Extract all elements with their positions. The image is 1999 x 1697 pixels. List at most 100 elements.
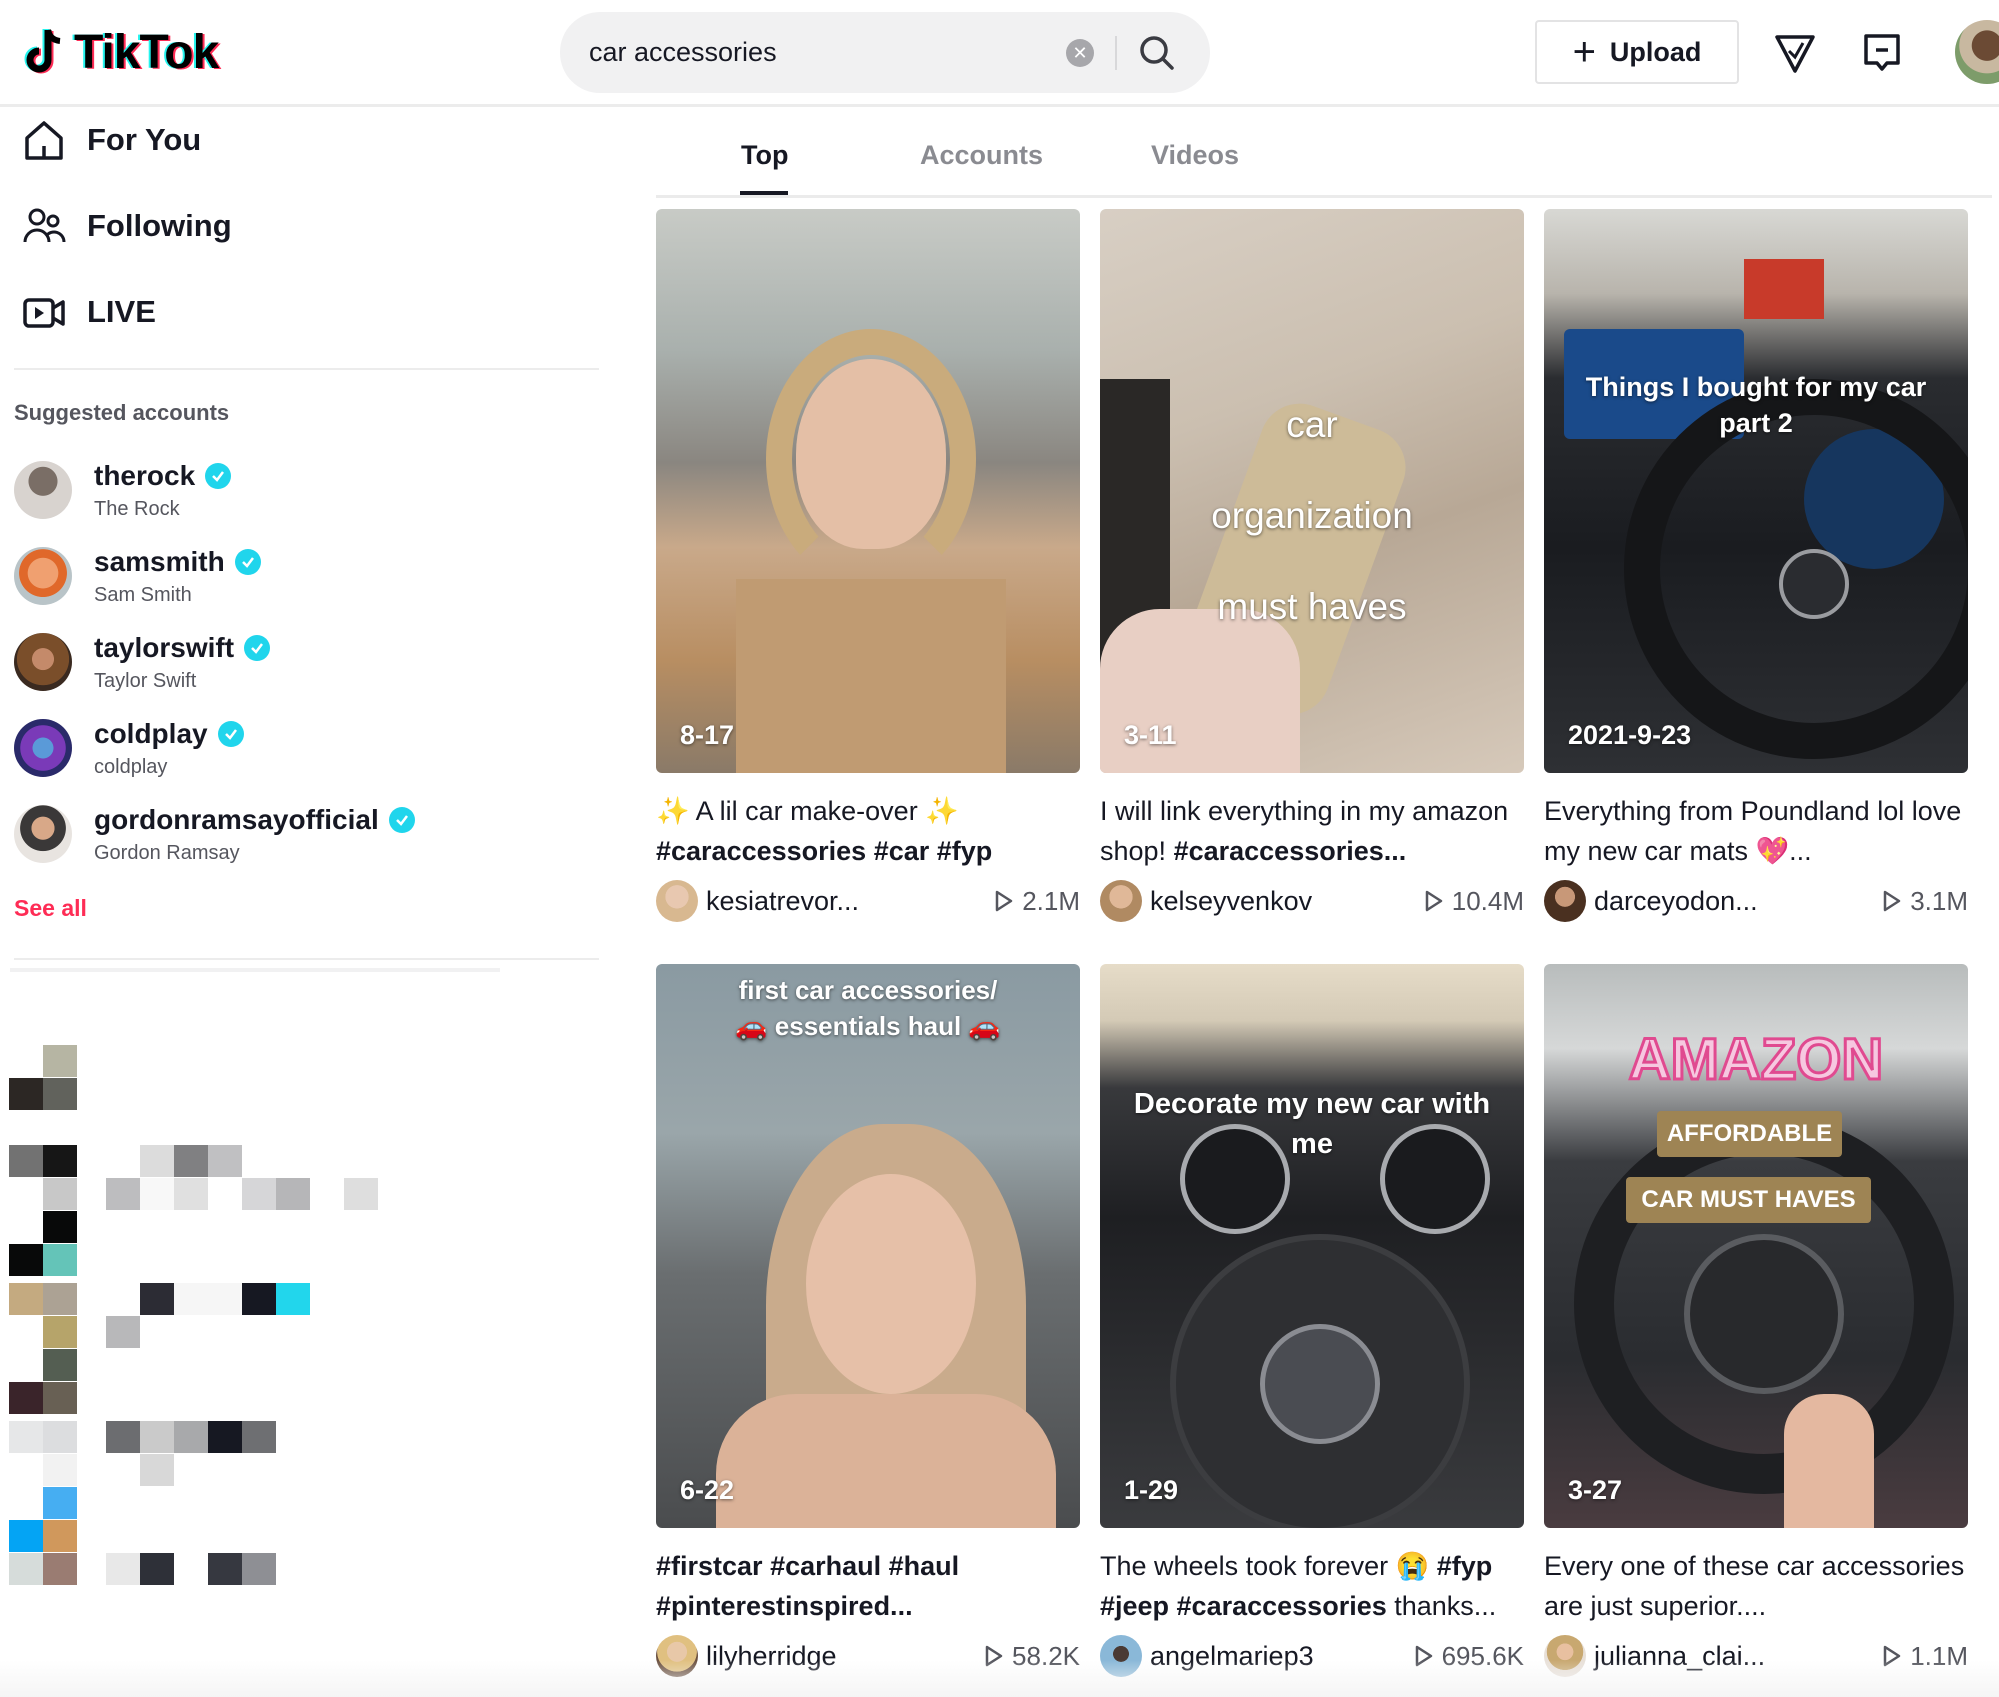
upload-label: Upload [1609, 36, 1702, 67]
tab-accounts[interactable]: Accounts [920, 140, 1043, 171]
nav-following[interactable]: Following [20, 196, 232, 256]
video-overlay-label: CAR MUST HAVES [1626, 1177, 1871, 1223]
account-name: Taylor Swift [94, 669, 197, 692]
send-icon [1775, 35, 1815, 73]
video-date: 1-29 [1124, 1475, 1179, 1505]
video-date: 8-17 [680, 720, 735, 750]
tab-videos[interactable]: Videos [1151, 140, 1239, 171]
sidebar-divider [14, 368, 599, 370]
nav-label: LIVE [87, 294, 156, 329]
avatar [14, 547, 72, 605]
clear-search-button[interactable]: ✕ [1066, 39, 1094, 67]
nav-for-you[interactable]: For You [20, 110, 201, 170]
avatar [14, 633, 72, 691]
account-name: The Rock [94, 497, 180, 520]
bottom-fade [0, 1660, 1999, 1697]
sidebar: For You Following LIVE Suggested account… [0, 110, 600, 1697]
nav-live[interactable]: LIVE [20, 282, 156, 342]
video-overlay-text: car organization must haves [1211, 404, 1413, 627]
video-overlay-text: Decorate my new car with me [1133, 1088, 1491, 1160]
search-icon [1140, 36, 1174, 70]
upload-button[interactable]: + Upload [1535, 20, 1739, 84]
video-overlay-text: Things I bought for my car part 2 [1585, 372, 1927, 438]
video-date: 3-27 [1568, 1475, 1623, 1505]
video-overlay-label: AFFORDABLE [1657, 1111, 1842, 1157]
tiktok-logo[interactable]: TikTok [22, 22, 219, 82]
account-name: Sam Smith [94, 583, 192, 606]
sidebar-divider [10, 968, 500, 972]
inbox-button[interactable] [1857, 28, 1907, 78]
tiktok-note-icon [24, 29, 61, 74]
suggested-account[interactable]: samsmith Sam Smith [14, 541, 574, 611]
account-username: coldplay [94, 717, 208, 749]
video-overlay-text: AMAZON [1627, 1026, 1885, 1094]
people-icon [20, 202, 68, 250]
view-count: 3.1M [1882, 886, 1968, 917]
creator-username[interactable]: darceyodon... [1594, 886, 1882, 917]
verified-badge-icon [205, 462, 232, 489]
suggested-account[interactable]: therock The Rock [14, 455, 574, 525]
video-thumbnail[interactable]: car organization must haves 3-11 [1100, 209, 1524, 773]
account-username: taylorswift [94, 631, 235, 663]
verified-badge-icon [388, 806, 415, 833]
home-icon [20, 116, 68, 164]
verified-badge-icon [244, 634, 271, 661]
video-caption: I will link everything in my amazon shop… [1100, 796, 1509, 866]
creator-avatar[interactable] [1100, 880, 1142, 922]
play-icon [1425, 890, 1442, 912]
video-date: 6-22 [680, 1475, 735, 1505]
suggested-account[interactable]: gordonramsayofficial Gordon Ramsay [14, 799, 574, 869]
top-header: TikTok ✕ + Upload [0, 0, 1999, 107]
avatar [14, 719, 72, 777]
search-bar: ✕ [560, 12, 1210, 93]
search-button[interactable] [1132, 28, 1182, 78]
suggested-account[interactable]: taylorswift Taylor Swift [14, 627, 574, 697]
video-meta: kesiatrevor... 2.1M [656, 879, 1080, 923]
messages-button[interactable] [1770, 28, 1820, 78]
account-username: therock [94, 459, 196, 491]
search-tabs: Top Accounts Videos [656, 110, 1992, 198]
verified-badge-icon [234, 548, 261, 575]
search-divider [1115, 36, 1117, 70]
creator-avatar[interactable] [656, 880, 698, 922]
avatar [14, 461, 72, 519]
avatar [14, 805, 72, 863]
close-icon: ✕ [1072, 42, 1088, 63]
video-thumbnail[interactable]: 8-17 [656, 209, 1080, 773]
profile-avatar[interactable] [1955, 20, 1999, 84]
video-meta: darceyodon... 3.1M [1544, 879, 1968, 923]
verified-badge-icon [217, 720, 244, 747]
account-name: coldplay [94, 755, 168, 778]
video-date: 3-11 [1124, 720, 1177, 750]
creator-username[interactable]: kelseyvenkov [1150, 886, 1424, 917]
nav-label: Following [87, 208, 232, 243]
sidebar-divider [14, 958, 599, 960]
active-tab-indicator [740, 191, 788, 195]
suggested-accounts-title: Suggested accounts [14, 400, 230, 425]
video-caption: Everything from Poundland lol love my ne… [1544, 796, 1962, 866]
play-icon [1883, 890, 1901, 912]
account-username: gordonramsayofficial [94, 803, 379, 835]
view-count: 10.4M [1424, 886, 1524, 917]
live-camera-icon [20, 288, 68, 336]
suggested-account[interactable]: coldplay coldplay [14, 713, 574, 783]
logo-text: TikTok [74, 25, 219, 79]
account-username: samsmith [94, 545, 225, 577]
tab-top[interactable]: Top [741, 140, 788, 171]
creator-avatar[interactable] [1544, 880, 1586, 922]
video-thumbnail[interactable]: Things I bought for my car part 2 2021-9… [1544, 209, 1968, 773]
video-caption: ✨ A lil car make-over ✨ #caraccessories … [656, 796, 993, 866]
see-all-link[interactable]: See all [14, 895, 87, 922]
video-thumbnail[interactable]: Decorate my new car with me 1-29 [1100, 964, 1524, 1528]
video-caption: Every one of these car accessories are j… [1544, 1551, 1965, 1621]
video-thumbnail[interactable]: first car accessories/ 🚗 essentials haul… [656, 964, 1080, 1528]
video-meta: kelseyvenkov 10.4M [1100, 879, 1524, 923]
nav-label: For You [87, 122, 202, 157]
video-thumbnail[interactable]: AMAZON AFFORDABLE CAR MUST HAVES 3-27 [1544, 964, 1968, 1528]
video-caption: The wheels took forever 😭 #fyp #jeep #ca… [1100, 1551, 1497, 1621]
play-icon [995, 890, 1013, 912]
video-overlay-text: first car accessories/ 🚗 essentials haul… [735, 975, 1001, 1041]
view-count: 2.1M [994, 886, 1080, 917]
search-input[interactable] [589, 37, 1069, 68]
creator-username[interactable]: kesiatrevor... [706, 886, 994, 917]
